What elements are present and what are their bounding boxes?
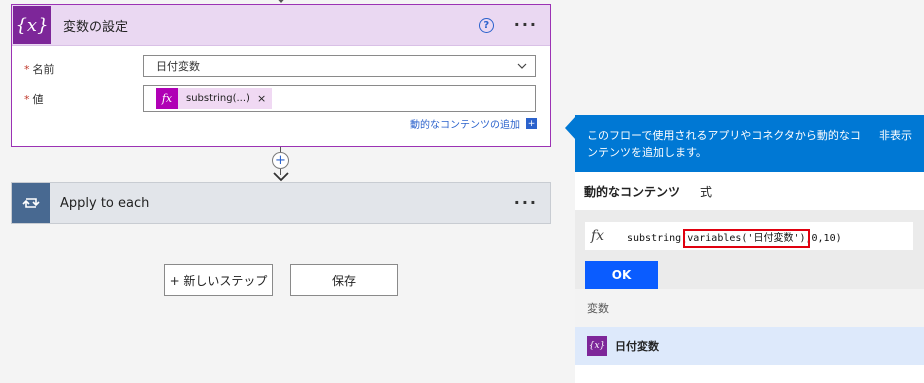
expression-text: substring(variables('日付変数'),0,10) — [627, 228, 842, 248]
help-icon[interactable]: ? — [478, 17, 494, 33]
hide-panel-link[interactable]: 非表示 — [879, 127, 912, 172]
expression-token[interactable]: fx substring(...) × — [156, 88, 273, 109]
value-field-label: * 値 — [24, 93, 44, 106]
add-dynamic-content-label: 動的なコンテンツの追加 — [410, 120, 520, 131]
variable-item-label: 日付変数 — [615, 340, 659, 353]
variable-icon: {x} — [13, 6, 51, 44]
required-marker: * — [24, 93, 30, 106]
expression-suffix: ,0,10) — [805, 232, 842, 244]
insert-step-button[interactable]: + — [272, 152, 289, 169]
save-button[interactable]: 保存 — [290, 264, 398, 296]
set-variable-title: 変数の設定 — [63, 19, 129, 35]
expression-highlight: variables('日付変数') — [683, 228, 810, 248]
variables-section-title: 変数 — [575, 289, 924, 327]
more-options-icon[interactable]: ··· — [514, 195, 538, 211]
apply-to-each-card[interactable]: Apply to each ··· — [11, 182, 551, 224]
panel-header: このフローで使用されるアプリやコネクタから動的なコンテンツを追加します。 非表示 — [575, 115, 924, 172]
connector-arrow — [273, 172, 289, 182]
new-step-button[interactable]: + 新しいステップ — [164, 264, 273, 296]
fx-icon: fx — [156, 88, 178, 109]
expression-prefix: substring( — [627, 232, 688, 244]
variable-icon: {x} — [587, 336, 607, 356]
set-variable-card: {x} 変数の設定 ? ··· * 名前 日付変数 * 値 fx substring… — [11, 4, 551, 147]
more-options-icon[interactable]: ··· — [514, 17, 538, 33]
ok-button[interactable]: OK — [585, 261, 658, 289]
expression-input[interactable]: fx substring(variables('日付変数'),0,10) — [585, 222, 913, 250]
tab-expression[interactable]: 式 — [700, 183, 712, 200]
loop-icon — [12, 183, 50, 223]
add-icon: + — [526, 118, 537, 129]
expression-token-label: substring(...) — [186, 93, 250, 104]
panel-tabs: 動的なコンテンツ 式 — [575, 172, 924, 210]
add-dynamic-content-link[interactable]: 動的なコンテンツの追加 + — [410, 116, 537, 131]
tab-dynamic-content[interactable]: 動的なコンテンツ — [584, 183, 680, 200]
required-marker: * — [24, 63, 30, 76]
chevron-down-icon — [517, 63, 527, 69]
apply-to-each-title: Apply to each — [60, 195, 150, 211]
variable-list-item[interactable]: {x} 日付変数 — [575, 327, 924, 365]
name-select[interactable]: 日付変数 — [143, 55, 536, 77]
token-remove-icon[interactable]: × — [257, 92, 266, 105]
fx-icon: fx — [591, 228, 605, 244]
set-variable-header[interactable]: {x} 変数の設定 ? ··· — [12, 5, 550, 46]
name-select-value: 日付変数 — [156, 60, 200, 73]
dynamic-content-panel: このフローで使用されるアプリやコネクタから動的なコンテンツを追加します。 非表示… — [575, 115, 924, 383]
value-input[interactable]: fx substring(...) × — [143, 85, 536, 112]
name-field-label: * 名前 — [24, 63, 55, 76]
expression-area: fx substring(variables('日付変数'),0,10) OK — [575, 210, 924, 289]
panel-header-text: このフローで使用されるアプリやコネクタから動的なコンテンツを追加します。 — [587, 129, 861, 159]
